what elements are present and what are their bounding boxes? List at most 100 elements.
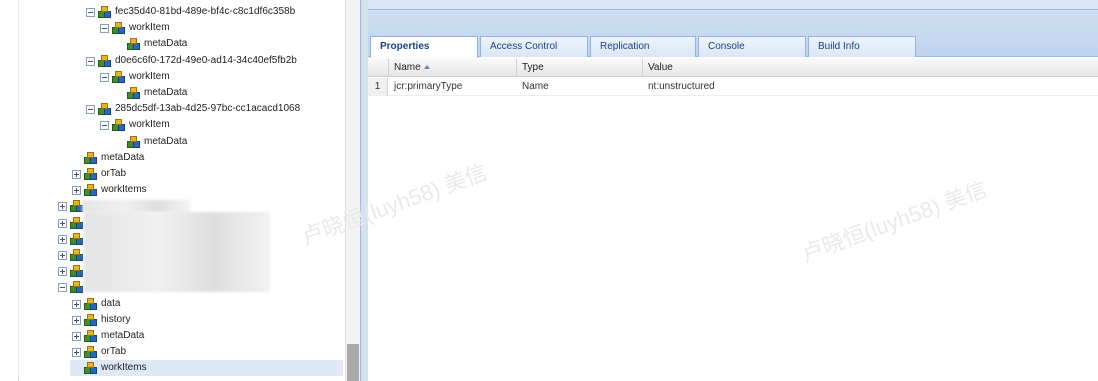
grid-header: Name Type Value bbox=[368, 59, 1098, 77]
tree-node-label: metaData bbox=[101, 330, 145, 341]
tree-node[interactable]: d0e6c6f0-172d-49e0-ad14-34c40ef5fb2b bbox=[86, 53, 297, 69]
tree-node[interactable]: metaData bbox=[115, 36, 187, 52]
cell-name: jcr:primaryType bbox=[394, 81, 463, 92]
node-icon bbox=[127, 86, 141, 100]
tree-node-label: metaData bbox=[101, 152, 145, 163]
tree-node-label: metaData bbox=[144, 87, 188, 98]
row-number: 1 bbox=[368, 78, 388, 96]
tree-node[interactable]: orTab bbox=[72, 166, 126, 182]
tree-node-label: fec35d40-81bd-489e-bf4c-c8c1df6c358b bbox=[115, 6, 296, 17]
tree-node[interactable]: fec35d40-81bd-489e-bf4c-c8c1df6c358b bbox=[86, 4, 295, 20]
node-icon bbox=[84, 329, 98, 343]
tab-access-control[interactable]: Access Control bbox=[480, 36, 588, 57]
tree-node-label: metaData bbox=[144, 38, 188, 49]
tree-node[interactable] bbox=[58, 263, 87, 279]
tree-guide-line bbox=[18, 0, 19, 381]
tree-node-label: workItems bbox=[101, 184, 147, 195]
tree-node[interactable]: workItem bbox=[100, 20, 170, 36]
expand-icon[interactable] bbox=[72, 347, 81, 357]
node-icon bbox=[70, 248, 84, 262]
tree-node[interactable]: 285dc5df-13ab-4d25-97bc-cc1acacd1068 bbox=[86, 101, 300, 117]
column-header-name[interactable]: Name bbox=[388, 59, 516, 77]
tree-node-label: workItems bbox=[101, 362, 147, 373]
tree-node[interactable]: metaData bbox=[115, 134, 187, 150]
tree-node[interactable]: metaData bbox=[72, 150, 144, 166]
tree-node[interactable]: data bbox=[72, 296, 120, 312]
expand-icon[interactable] bbox=[58, 218, 67, 228]
tree-node-label: 285dc5df-13ab-4d25-97bc-cc1acacd1068 bbox=[115, 103, 301, 114]
node-icon bbox=[112, 118, 126, 132]
node-icon bbox=[84, 345, 98, 359]
toolbar-strip bbox=[368, 0, 1098, 10]
expand-icon[interactable] bbox=[72, 299, 81, 309]
node-icon bbox=[84, 297, 98, 311]
collapse-icon[interactable] bbox=[100, 72, 109, 82]
expand-icon[interactable] bbox=[58, 201, 67, 211]
node-icon bbox=[70, 216, 84, 230]
node-icon bbox=[112, 21, 126, 35]
tree-node[interactable] bbox=[58, 279, 87, 295]
column-header-value[interactable]: Value bbox=[642, 59, 1098, 77]
tree-node[interactable]: workItems bbox=[72, 182, 147, 198]
tree-node-label: workItem bbox=[129, 71, 170, 82]
tree-node[interactable] bbox=[58, 215, 87, 231]
collapse-icon[interactable] bbox=[100, 120, 109, 130]
tree-node-label: workItem bbox=[129, 119, 170, 130]
expand-icon[interactable] bbox=[72, 315, 81, 325]
node-icon bbox=[84, 183, 98, 197]
tree-node[interactable] bbox=[58, 247, 87, 263]
tree-node-label: d0e6c6f0-172d-49e0-ad14-34c40ef5fb2b bbox=[115, 55, 297, 66]
tree-scrollbar[interactable] bbox=[345, 0, 360, 381]
column-header-type[interactable]: Type bbox=[516, 59, 642, 77]
expand-icon[interactable] bbox=[58, 234, 67, 244]
node-icon bbox=[112, 70, 126, 84]
cell-type: Name bbox=[522, 81, 549, 92]
tab-console[interactable]: Console bbox=[698, 36, 806, 57]
expand-icon[interactable] bbox=[72, 185, 81, 195]
tree-node-label: workItem bbox=[129, 22, 170, 33]
tree-node[interactable]: workItem bbox=[100, 69, 170, 85]
tab-replication[interactable]: Replication bbox=[590, 36, 696, 57]
tab-properties[interactable]: Properties bbox=[370, 36, 478, 58]
tree-node[interactable]: metaData bbox=[115, 85, 187, 101]
collapse-icon[interactable] bbox=[86, 56, 95, 66]
tree-node-label: data bbox=[101, 298, 121, 309]
node-icon bbox=[84, 151, 98, 165]
tree-node-label: history bbox=[101, 314, 131, 325]
node-icon bbox=[98, 54, 112, 68]
table-row[interactable]: 1 jcr:primaryType Name nt:unstructured bbox=[368, 78, 1098, 96]
tree-node[interactable]: workItem bbox=[100, 117, 170, 133]
leaf-spacer bbox=[115, 89, 124, 98]
leaf-spacer bbox=[115, 40, 124, 49]
cell-value: nt:unstructured bbox=[648, 81, 715, 92]
node-icon bbox=[70, 232, 84, 246]
node-icon bbox=[70, 280, 84, 294]
leaf-spacer bbox=[115, 138, 124, 147]
tree-node[interactable]: metaData bbox=[72, 328, 144, 344]
collapse-icon[interactable] bbox=[86, 7, 95, 17]
expand-icon[interactable] bbox=[72, 331, 81, 341]
tree-scroll-thumb[interactable] bbox=[347, 344, 359, 381]
leaf-spacer bbox=[72, 364, 81, 373]
node-icon bbox=[84, 167, 98, 181]
tree-node[interactable]: workItems bbox=[70, 360, 343, 376]
expand-icon[interactable] bbox=[72, 169, 81, 179]
properties-panel: Properties Access Control Replication Co… bbox=[368, 0, 1098, 381]
node-icon bbox=[84, 313, 98, 327]
tree-node[interactable]: history bbox=[72, 312, 130, 328]
node-icon bbox=[98, 102, 112, 116]
tree-node[interactable]: orTab bbox=[72, 344, 126, 360]
expand-icon[interactable] bbox=[58, 250, 67, 260]
expand-icon[interactable] bbox=[58, 266, 67, 276]
collapse-icon[interactable] bbox=[100, 23, 109, 33]
tree-node[interactable] bbox=[58, 231, 87, 247]
tab-build-info[interactable]: Build Info bbox=[808, 36, 916, 57]
node-icon bbox=[127, 135, 141, 149]
sort-ascending-icon bbox=[423, 65, 430, 70]
redacted-region bbox=[84, 212, 270, 292]
panel-splitter[interactable] bbox=[360, 0, 368, 381]
collapse-icon[interactable] bbox=[58, 282, 67, 292]
collapse-icon[interactable] bbox=[86, 104, 95, 114]
tree-node-label: metaData bbox=[144, 136, 188, 147]
node-icon bbox=[70, 264, 84, 278]
